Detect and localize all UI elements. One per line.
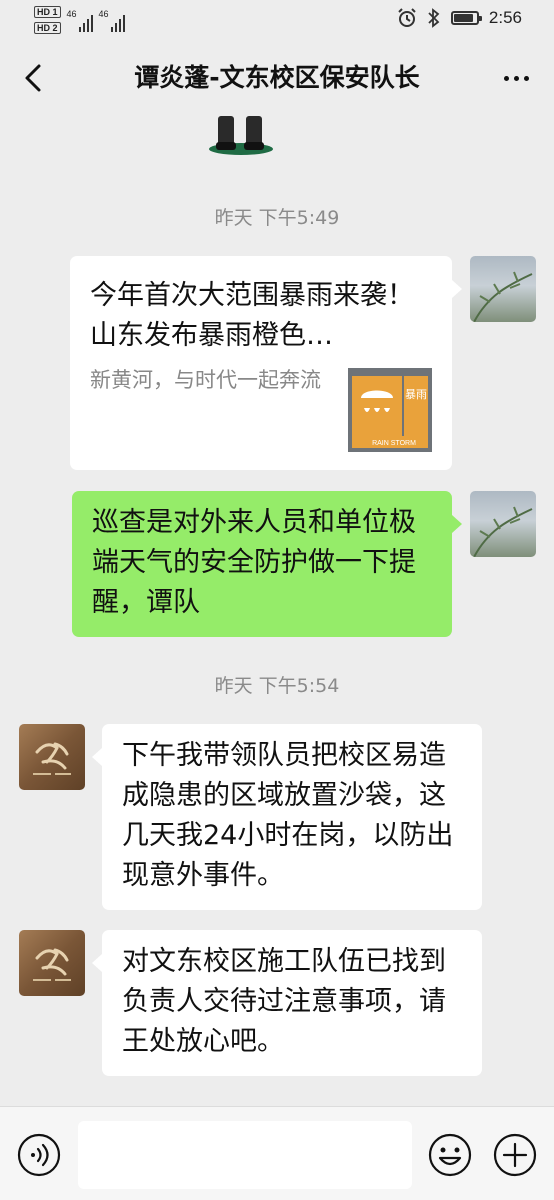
battery-icon bbox=[450, 11, 482, 25]
chat-timestamp: 昨天 下午5:49 bbox=[214, 207, 340, 229]
self-avatar[interactable] bbox=[470, 256, 536, 322]
hd1-badge: HD 1 bbox=[34, 6, 61, 18]
message-bubble-other[interactable]: 下午我带领队员把校区易造成隐患的区域放置沙袋，这几天我24小时在岗，以防出现意外… bbox=[102, 724, 482, 910]
link-card-thumbnail: 暴雨 RAIN STORM bbox=[348, 368, 432, 452]
message-input[interactable] bbox=[78, 1121, 412, 1189]
link-card-title: 今年首次大范围暴雨来袭！山东发布暴雨橙色… bbox=[90, 280, 414, 351]
link-card-description: 新黄河，与时代一起奔流 bbox=[90, 368, 321, 392]
message-text: 巡查是对外来人员和单位极端天气的安全防护做一下提醒，谭队 bbox=[92, 507, 416, 618]
contact-avatar[interactable] bbox=[19, 724, 85, 790]
status-bar: HD 1 HD 2 46 46 2:56 bbox=[0, 0, 554, 40]
bluetooth-icon bbox=[428, 8, 440, 28]
emoji-button[interactable] bbox=[428, 1133, 472, 1177]
message-text: 对文东校区施工队伍已找到负责人交待过注意事项，请王处放心吧。 bbox=[122, 946, 446, 1057]
calligraphy-logo-icon bbox=[33, 948, 71, 981]
hd2-badge: HD 2 bbox=[34, 22, 61, 34]
message-bubble-self[interactable]: 巡查是对外来人员和单位极端天气的安全防护做一下提醒，谭队 bbox=[72, 491, 452, 637]
storm-warning-subtext: RAIN STORM bbox=[372, 440, 416, 447]
message-input-bar bbox=[0, 1106, 554, 1200]
voice-icon bbox=[17, 1133, 61, 1177]
plus-icon bbox=[493, 1133, 537, 1177]
chat-header: 谭炎蓬-文东校区保安队长 bbox=[0, 40, 554, 116]
storm-warning-text: 暴雨 bbox=[405, 388, 427, 401]
back-button[interactable] bbox=[14, 58, 54, 98]
contact-avatar[interactable] bbox=[19, 930, 85, 996]
link-card[interactable]: 今年首次大范围暴雨来袭！山东发布暴雨橙色… 新黄河，与时代一起奔流 暴雨 RAI… bbox=[70, 256, 452, 470]
signal-icon-2: 46 bbox=[99, 10, 125, 32]
more-functions-button[interactable] bbox=[493, 1133, 537, 1177]
status-time: 2:56 bbox=[488, 8, 522, 27]
signal-icon-1: 46 bbox=[67, 10, 93, 32]
emoji-icon bbox=[428, 1133, 472, 1177]
sticker-image bbox=[209, 116, 273, 155]
voice-button[interactable] bbox=[17, 1133, 61, 1177]
message-bubble-other[interactable]: 对文东校区施工队伍已找到负责人交待过注意事项，请王处放心吧。 bbox=[102, 930, 482, 1076]
bamboo-photo-icon bbox=[473, 506, 533, 557]
chevron-left-icon bbox=[25, 64, 41, 92]
bamboo-photo-icon bbox=[473, 271, 533, 322]
alarm-icon bbox=[398, 8, 416, 27]
chat-timestamp: 昨天 下午5:54 bbox=[214, 675, 340, 697]
self-avatar[interactable] bbox=[470, 491, 536, 557]
more-options-button[interactable] bbox=[496, 58, 536, 98]
calligraphy-logo-icon bbox=[33, 742, 71, 775]
message-text: 下午我带领队员把校区易造成隐患的区域放置沙袋，这几天我24小时在岗，以防出现意外… bbox=[122, 740, 454, 891]
more-dots-icon bbox=[503, 75, 509, 81]
signal-indicators: HD 1 HD 2 46 46 bbox=[34, 6, 125, 34]
chat-title: 谭炎蓬-文东校区保安队长 bbox=[134, 63, 420, 92]
